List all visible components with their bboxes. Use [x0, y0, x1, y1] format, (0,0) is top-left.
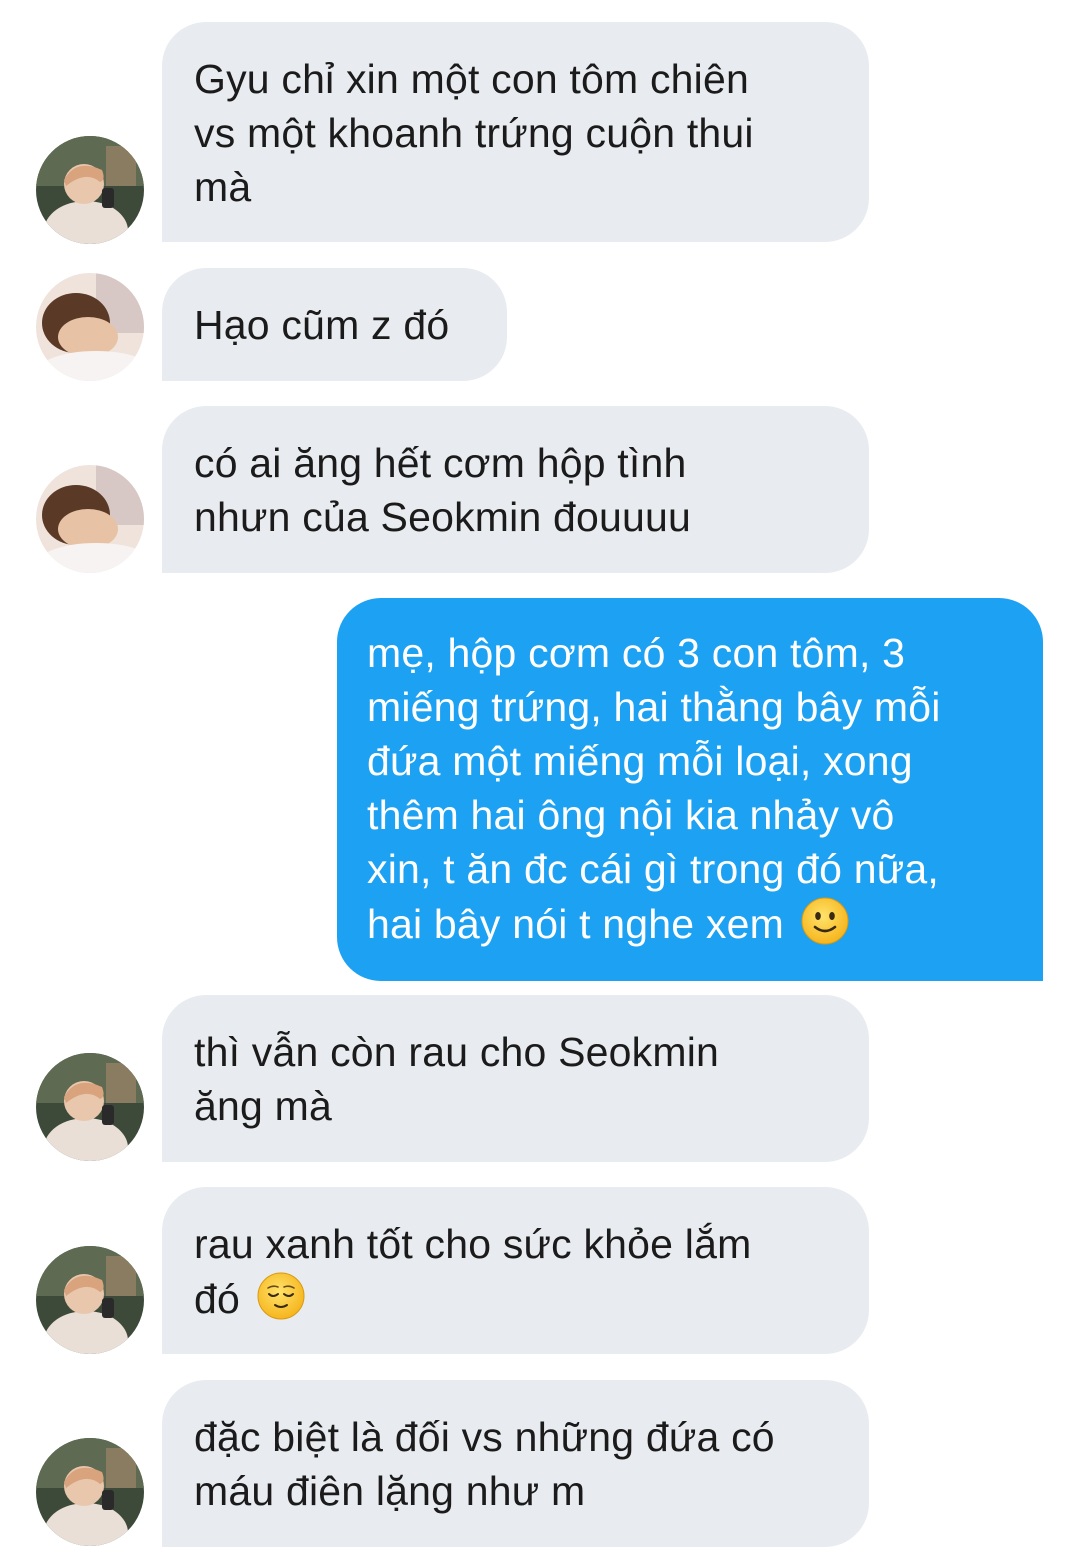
- avatar-gyu-image: [36, 1246, 144, 1354]
- message-bubble-outgoing[interactable]: mẹ, hộp cơm có 3 con tôm, 3 miếng trứng,…: [337, 598, 1043, 981]
- avatar-gyu-image: [36, 136, 144, 244]
- message-bubble-incoming[interactable]: Gyu chỉ xin một con tôm chiên vs một kho…: [162, 22, 869, 242]
- avatar-gyu-image: [36, 1438, 144, 1546]
- avatar-hao-image: [36, 273, 144, 381]
- avatar-gyu[interactable]: [36, 136, 144, 244]
- message-text: thì vẫn còn rau cho Seokmin ăng mà: [194, 1029, 720, 1129]
- avatar-gyu-image: [36, 1053, 144, 1161]
- avatar-hao[interactable]: [36, 465, 144, 573]
- message-text: có ai ăng hết cơm hộp tình nhưn của Seok…: [194, 440, 692, 540]
- avatar-gyu[interactable]: [36, 1053, 144, 1161]
- slightly-smiling-face-emoji-icon: [801, 897, 849, 945]
- avatar-hao[interactable]: [36, 273, 144, 381]
- message-bubble-incoming[interactable]: đặc biệt là đối vs những đứa có máu điên…: [162, 1380, 869, 1547]
- message-text: Gyu chỉ xin một con tôm chiên vs một kho…: [194, 56, 754, 210]
- avatar-hao-image: [36, 465, 144, 573]
- chat-thread: Gyu chỉ xin một con tôm chiên vs một kho…: [0, 0, 1080, 1558]
- message-bubble-incoming[interactable]: rau xanh tốt cho sức khỏe lắm đó: [162, 1187, 869, 1354]
- message-text: Hạo cũm z đó: [194, 302, 450, 348]
- message-bubble-incoming[interactable]: có ai ăng hết cơm hộp tình nhưn của Seok…: [162, 406, 869, 573]
- message-bubble-incoming[interactable]: thì vẫn còn rau cho Seokmin ăng mà: [162, 995, 869, 1162]
- message-text: mẹ, hộp cơm có 3 con tôm, 3 miếng trứng,…: [367, 630, 941, 947]
- relieved-face-emoji-icon: [257, 1272, 305, 1320]
- avatar-gyu[interactable]: [36, 1246, 144, 1354]
- avatar-gyu[interactable]: [36, 1438, 144, 1546]
- message-bubble-incoming[interactable]: Hạo cũm z đó: [162, 268, 507, 381]
- message-text: đặc biệt là đối vs những đứa có máu điên…: [194, 1414, 775, 1514]
